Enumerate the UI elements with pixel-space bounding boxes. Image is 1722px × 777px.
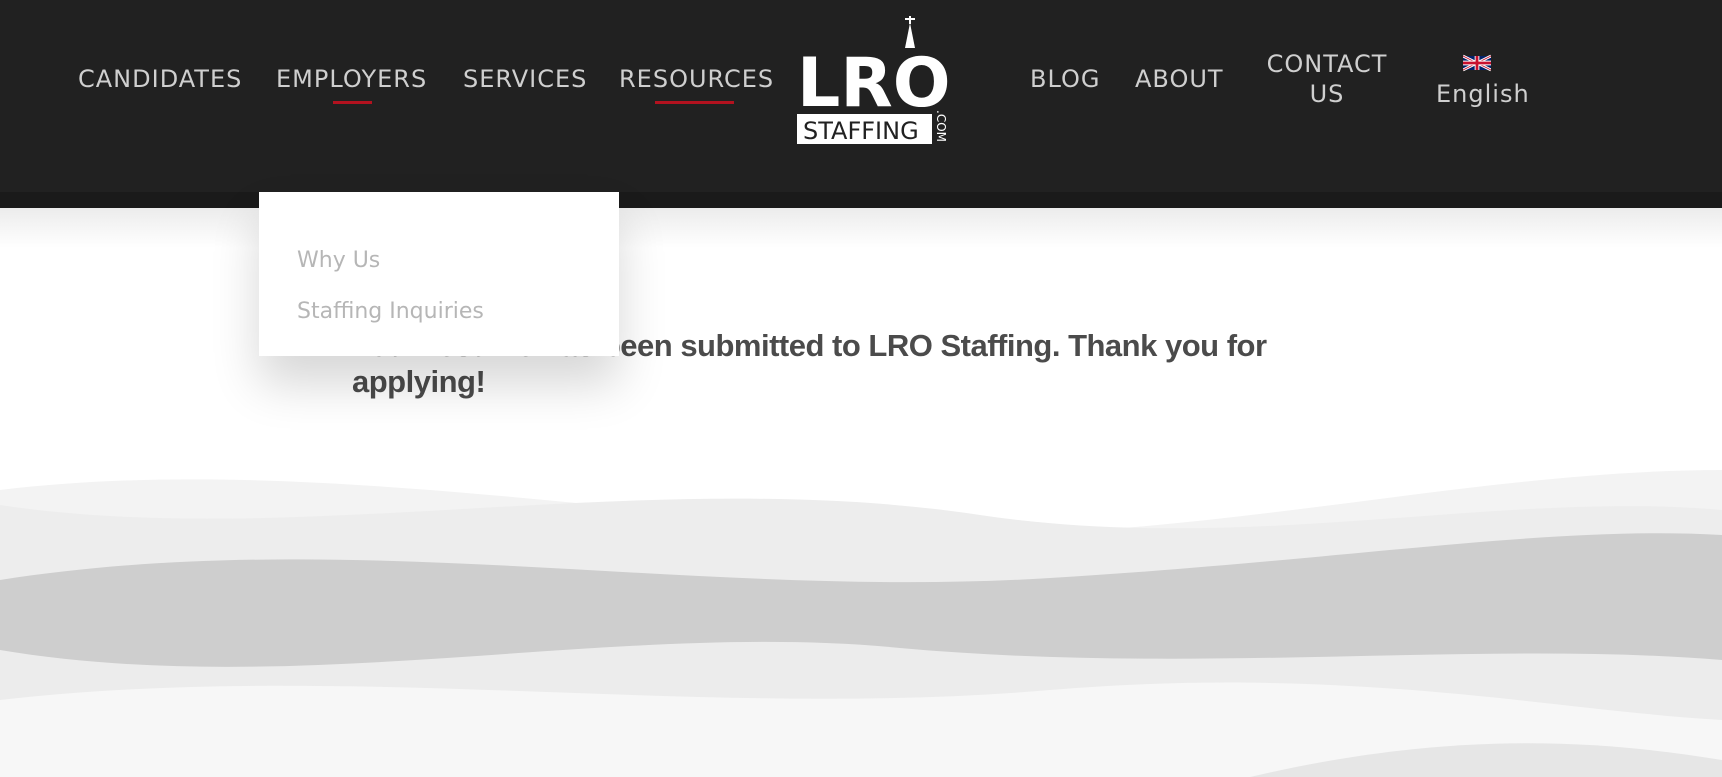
logo-main-text: LRO	[797, 44, 951, 123]
nav-contact-line2: US	[1309, 80, 1345, 108]
site-header: CANDIDATES EMPLOYERS SERVICES RESOURCES …	[0, 0, 1722, 192]
nav-contact-line1: CONTACT	[1266, 50, 1388, 78]
logo-suffix-text: .COM	[934, 110, 948, 142]
nav-services[interactable]: SERVICES	[463, 64, 587, 94]
nav-resources[interactable]: RESOURCES	[619, 64, 774, 94]
logo-sub-text: STAFFING	[803, 117, 919, 145]
nav-employers[interactable]: EMPLOYERS	[276, 64, 427, 94]
language-selector[interactable]: English	[1436, 79, 1530, 109]
nav-candidates[interactable]: CANDIDATES	[78, 64, 242, 94]
lro-staffing-logo[interactable]: LRO STAFFING .COM	[795, 14, 951, 146]
dropdown-item-why-us[interactable]: Why Us	[297, 247, 380, 275]
uk-flag-icon	[1463, 54, 1491, 72]
nav-blog[interactable]: BLOG	[1030, 64, 1100, 94]
employers-dropdown-menu: Why Us Staffing Inquiries	[259, 192, 619, 356]
nav-about[interactable]: ABOUT	[1135, 64, 1224, 94]
nav-contact-us[interactable]: CONTACT US	[1266, 49, 1388, 109]
nav-employers-active-underline	[333, 101, 372, 104]
decorative-waves	[0, 470, 1722, 777]
dropdown-item-staffing-inquiries[interactable]: Staffing Inquiries	[297, 298, 484, 326]
nav-resources-active-underline	[655, 101, 734, 104]
